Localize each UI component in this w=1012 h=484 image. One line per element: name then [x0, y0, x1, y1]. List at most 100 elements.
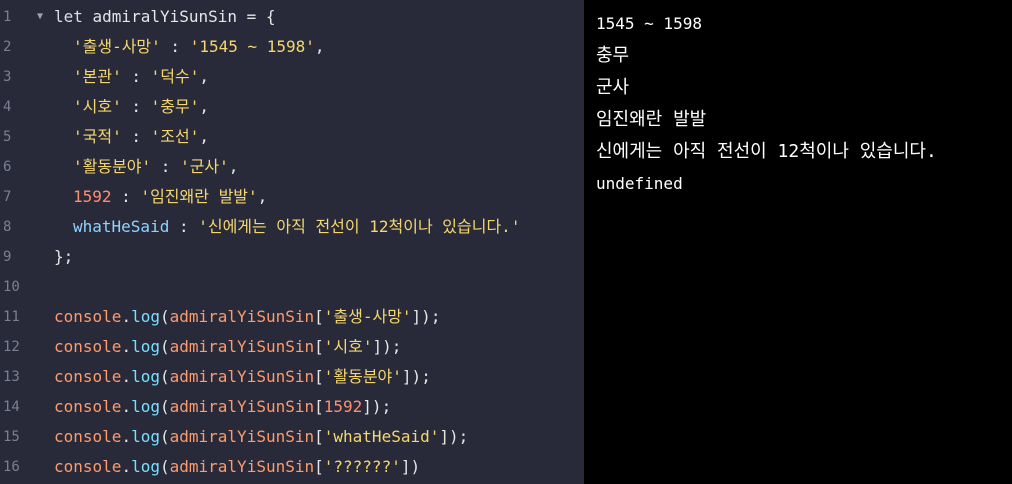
code-token: console: [54, 367, 122, 386]
code-token: log: [131, 397, 160, 416]
code-token: [: [314, 427, 324, 446]
code-line[interactable]: 4 '시호' : '충무',: [0, 92, 584, 122]
code-token: '조선': [150, 127, 200, 146]
output-line: undefined: [596, 174, 683, 193]
code-line[interactable]: 9};: [0, 242, 584, 272]
code-line[interactable]: 7 1592 : '임진왜란 발발',: [0, 182, 584, 212]
line-number: 11: [3, 309, 20, 325]
line-number: 13: [3, 369, 20, 385]
line-number: 6: [3, 159, 12, 175]
code-token: :: [169, 217, 199, 236]
code-token: ,: [228, 157, 239, 176]
code-token: ,: [257, 187, 268, 206]
line-number: 3: [3, 69, 12, 85]
code-token: '군사': [180, 157, 229, 176]
code-line[interactable]: 11 console.log(admiralYiSunSin['출생-사망']);: [0, 302, 584, 332]
code-line[interactable]: 3 '본관' : '덕수',: [0, 62, 584, 92]
code-text: '활동분야' : '군사',: [34, 152, 238, 182]
code-token: .: [121, 367, 132, 386]
output-line: 충무: [596, 45, 630, 66]
code-token: '국적': [73, 127, 122, 146]
code-token: admiralYiSunSin: [169, 367, 315, 386]
code-token: log: [131, 367, 160, 386]
code-token: '시호': [73, 97, 122, 116]
code-line[interactable]: 6 '활동분야' : '군사',: [0, 152, 584, 182]
code-token: '본관': [73, 67, 122, 86]
code-line[interactable]: 14 console.log(admiralYiSunSin[1592]);: [0, 392, 584, 422]
code-token: console: [54, 427, 122, 446]
line-number: 2: [3, 39, 12, 55]
code-token: log: [131, 427, 160, 446]
code-text: console.log(admiralYiSunSin['whatHeSaid'…: [34, 422, 468, 452]
code-token: '충무': [150, 97, 200, 116]
code-line[interactable]: 15 console.log(admiralYiSunSin['whatHeSai…: [0, 422, 584, 452]
fold-triangle-icon[interactable]: ▼: [37, 2, 43, 32]
code-text: '국적' : '조선',: [34, 122, 209, 152]
code-token: whatHeSaid: [73, 217, 170, 236]
code-token: '임진왜란 발발': [140, 187, 258, 206]
code-token: admiralYiSunSin: [169, 427, 315, 446]
code-token: console: [54, 307, 122, 326]
code-text: console.log(admiralYiSunSin[1592]);: [34, 392, 391, 422]
line-number: 9: [3, 249, 12, 265]
code-token: };: [54, 247, 74, 266]
line-number: 8: [3, 219, 12, 235]
line-number: 5: [3, 129, 12, 145]
code-token: 'whatHeSaid': [323, 427, 440, 446]
code-line[interactable]: 16 console.log(admiralYiSunSin['??????']): [0, 452, 584, 482]
code-token: 1592: [73, 187, 112, 206]
code-token: .: [121, 337, 132, 356]
code-text: whatHeSaid : '신에게는 아직 전선이 12척이나 있습니다.': [34, 212, 520, 242]
code-token: :: [121, 97, 151, 116]
code-token: ,: [314, 37, 325, 56]
code-text: console.log(admiralYiSunSin['시호']);: [34, 332, 401, 362]
code-token: :: [160, 37, 190, 56]
code-line[interactable]: 8 whatHeSaid : '신에게는 아직 전선이 12척이나 있습니다.': [0, 212, 584, 242]
code-token: '출생-사망': [323, 307, 412, 326]
code-token: ]);: [439, 427, 469, 446]
code-line[interactable]: 12 console.log(admiralYiSunSin['시호']);: [0, 332, 584, 362]
code-token: ]);: [372, 337, 402, 356]
code-token: (: [159, 457, 170, 476]
code-token: admiralYiSunSin = {: [92, 7, 276, 26]
code-token: admiralYiSunSin: [169, 307, 315, 326]
code-token: log: [131, 307, 160, 326]
code-editor[interactable]: 1 ▼ let admiralYiSunSin = { 2 '출생-사망' : '154…: [0, 0, 584, 484]
code-text: 1592 : '임진왜란 발발',: [34, 182, 267, 212]
output-line: 신에게는 아직 전선이 12척이나 있습니다.: [596, 141, 937, 162]
code-text: console.log(admiralYiSunSin['출생-사망']);: [34, 302, 440, 332]
code-token: .: [121, 397, 132, 416]
line-number: 1 ▼: [0, 2, 43, 32]
code-line[interactable]: 10: [0, 272, 584, 302]
code-token: (: [159, 427, 170, 446]
code-token: (: [159, 367, 170, 386]
code-token: '??????': [323, 457, 401, 476]
code-token: .: [121, 307, 132, 326]
code-token: console: [54, 337, 122, 356]
line-number: 10: [3, 279, 20, 295]
code-token: [: [314, 457, 324, 476]
line-number: 14: [3, 399, 20, 415]
code-text: let admiralYiSunSin = {: [34, 2, 276, 32]
code-token: '덕수': [150, 67, 200, 86]
code-line[interactable]: 13 console.log(admiralYiSunSin['활동분야']);: [0, 362, 584, 392]
code-line[interactable]: 2 '출생-사망' : '1545 ~ 1598',: [0, 32, 584, 62]
code-token: (: [159, 307, 170, 326]
code-token: '신에게는 아직 전선이 12척이나 있습니다.': [198, 217, 521, 236]
code-token: log: [131, 337, 160, 356]
code-token: :: [121, 67, 151, 86]
code-token: .: [121, 457, 132, 476]
code-line[interactable]: 5 '국적' : '조선',: [0, 122, 584, 152]
line-number: 4: [3, 99, 12, 115]
console-output: 1545 ~ 1598 충무 군사 임진왜란 발발 신에게는 아직 전선이 12척이나 …: [584, 0, 1012, 484]
code-text: console.log(admiralYiSunSin['활동분야']);: [34, 362, 431, 392]
code-token: log: [131, 457, 160, 476]
code-token: admiralYiSunSin: [169, 457, 315, 476]
output-line: 1545 ~ 1598: [596, 14, 702, 33]
code-text: '출생-사망' : '1545 ~ 1598',: [34, 32, 325, 62]
code-token: ]);: [362, 397, 392, 416]
code-token: ,: [199, 67, 209, 86]
code-line[interactable]: 1 ▼ let admiralYiSunSin = {: [0, 2, 584, 32]
code-token: '활동분야': [323, 367, 402, 386]
line-number: 7: [3, 189, 12, 205]
